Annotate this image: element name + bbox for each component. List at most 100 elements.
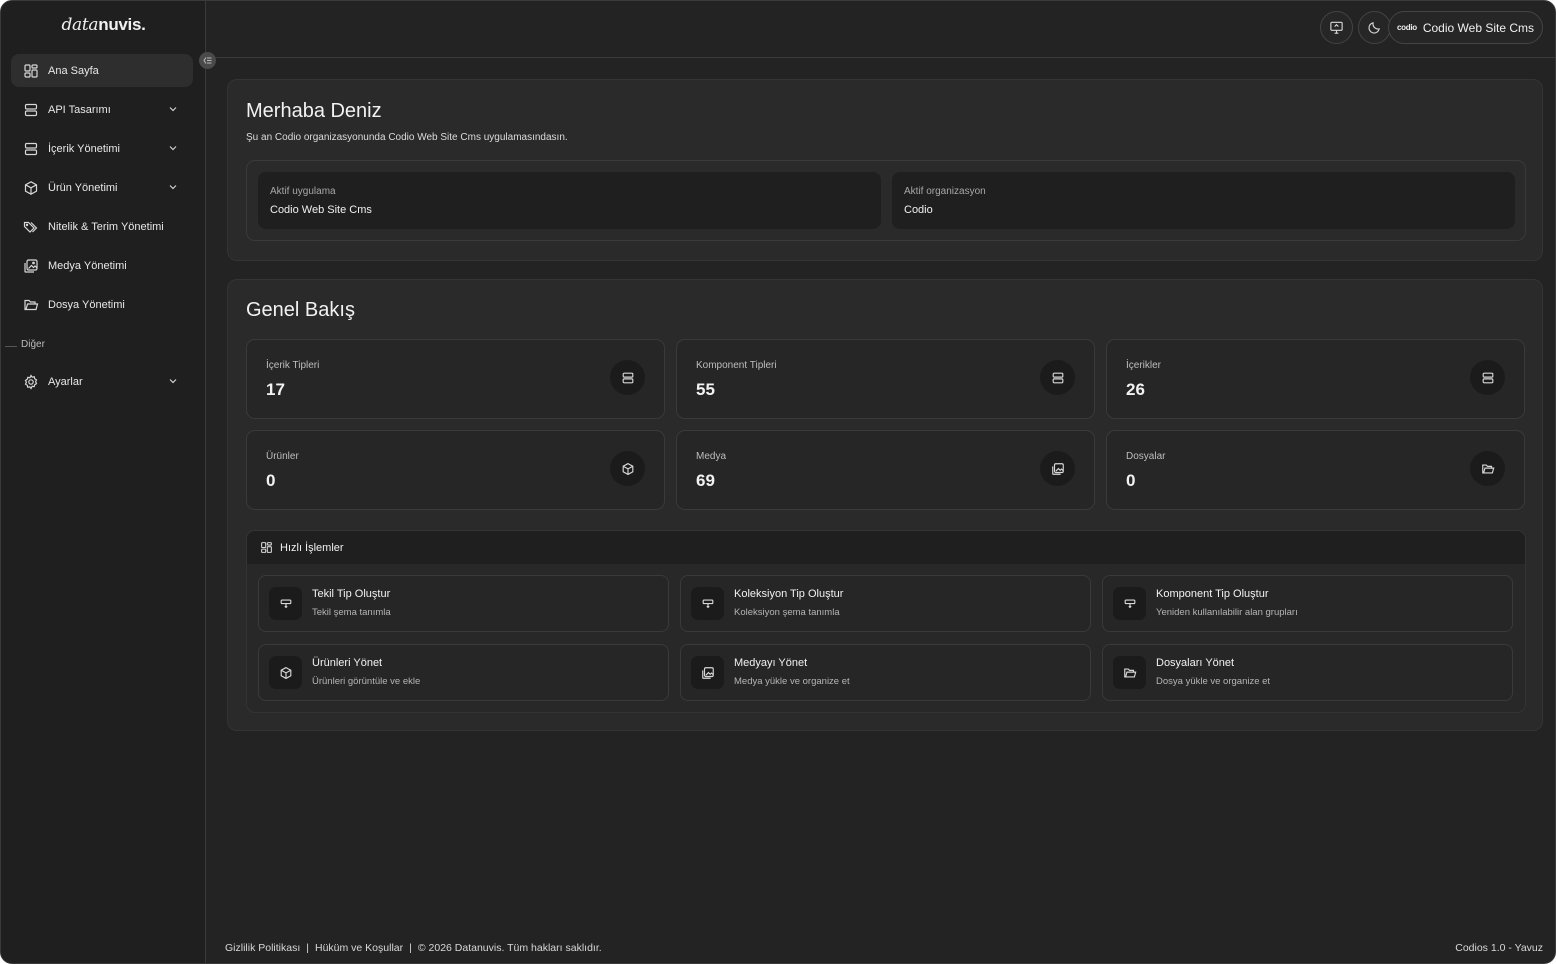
overview-card: Genel Bakış İçerik Tipleri 17 Komponent …: [227, 279, 1543, 731]
context-box: Aktif uygulama Codio Web Site Cms Aktif …: [246, 160, 1526, 241]
footer-separator: |: [409, 942, 412, 954]
app-switcher-button[interactable]: codio Codio Web Site Cms: [1388, 11, 1543, 44]
package-icon: [23, 180, 39, 196]
quick-action-dosyalari-yonet[interactable]: Dosyaları Yönet Dosya yükle ve organize …: [1102, 644, 1513, 701]
sidebar-item-medya-yonetimi[interactable]: Medya Yönetimi: [11, 249, 193, 282]
schema-icon: [691, 587, 724, 620]
folder-icon: [1113, 656, 1146, 689]
quick-action-desc: Tekil şema tanımla: [312, 607, 391, 618]
active-org-tile: Aktif organizasyon Codio: [892, 172, 1515, 229]
folder-icon: [1470, 451, 1505, 486]
stat-value: 17: [266, 380, 285, 399]
stat-value: 55: [696, 380, 715, 399]
images-icon: [1040, 451, 1075, 486]
moon-icon: [1368, 22, 1380, 34]
quick-action-koleksiyon-tip[interactable]: Koleksiyon Tip Oluştur Koleksiyon şema t…: [680, 575, 1091, 632]
welcome-title: Merhaba Deniz: [246, 100, 382, 122]
stat-card-icerikler[interactable]: İçerikler 26: [1106, 339, 1525, 419]
sidebar-item-label: Ayarlar: [48, 375, 83, 388]
chevron-down-icon[interactable]: [167, 142, 179, 154]
quick-actions-title: Hızlı İşlemler: [280, 541, 344, 554]
sidebar-item-ayarlar[interactable]: Ayarlar: [11, 365, 193, 398]
quick-action-title: Medyayı Yönet: [734, 657, 808, 669]
active-org-label: Aktif organizasyon: [904, 186, 986, 197]
sidebar-item-label: Ürün Yönetimi: [48, 181, 118, 194]
quick-action-title: Ürünleri Yönet: [312, 657, 383, 669]
package-icon: [610, 451, 645, 486]
stat-card-medya[interactable]: Medya 69: [676, 430, 1095, 510]
dashboard-icon: [260, 541, 273, 554]
quick-action-tekil-tip[interactable]: Tekil Tip Oluştur Tekil şema tanımla: [258, 575, 669, 632]
quick-actions-panel: Hızlı İşlemler Tekil Tip Oluştur Tekil ş…: [246, 530, 1526, 713]
quick-action-title: Tekil Tip Oluştur: [312, 588, 391, 600]
sidebar-item-api-tasarimi[interactable]: API Tasarımı: [11, 93, 193, 126]
sidebar: datanuvis. Ana Sayfa API Tasarımı İçerik…: [1, 1, 206, 963]
footer-links: Gizlilik Politikası | Hüküm ve Koşullar | © …: [225, 942, 602, 954]
stat-value: 69: [696, 471, 715, 490]
sidebar-item-dosya-yonetimi[interactable]: Dosya Yönetimi: [11, 288, 193, 321]
sidebar-item-label: Ana Sayfa: [48, 64, 99, 77]
stat-label: Komponent Tipleri: [696, 360, 777, 371]
monitor-icon: [1330, 21, 1343, 34]
images-icon: [23, 258, 39, 274]
sidebar-item-label: Nitelik & Terim Yönetimi: [48, 220, 164, 233]
stat-card-icerik-tipleri[interactable]: İçerik Tipleri 17: [246, 339, 665, 419]
sidebar-item-nitelik-terim[interactable]: Nitelik & Terim Yönetimi: [11, 210, 193, 243]
display-mode-button[interactable]: [1320, 11, 1353, 44]
app-window: datanuvis. Ana Sayfa API Tasarımı İçerik…: [0, 0, 1556, 964]
sidebar-item-label: API Tasarımı: [48, 103, 111, 116]
database-icon: [1040, 360, 1075, 395]
theme-toggle-button[interactable]: [1358, 11, 1391, 44]
collapse-icon: [203, 57, 212, 64]
active-app-value: Codio Web Site Cms: [270, 204, 372, 216]
overview-title: Genel Bakış: [246, 299, 355, 321]
quick-action-desc: Yeniden kullanılabilir alan grupları: [1156, 607, 1298, 618]
sidebar-item-icerik-yonetimi[interactable]: İçerik Yönetimi: [11, 132, 193, 165]
stat-card-dosyalar[interactable]: Dosyalar 0: [1106, 430, 1525, 510]
quick-action-desc: Dosya yükle ve organize et: [1156, 676, 1271, 687]
quick-action-komponent-tip[interactable]: Komponent Tip Oluştur Yeniden kullanılab…: [1102, 575, 1513, 632]
sidebar-item-ana-sayfa[interactable]: Ana Sayfa: [11, 54, 193, 87]
quick-action-urunleri-yonet[interactable]: Ürünleri Yönet Ürünleri görüntüle ve ekl…: [258, 644, 669, 701]
schema-icon: [1113, 587, 1146, 620]
gear-icon: [23, 373, 39, 390]
terms-link[interactable]: Hüküm ve Koşullar: [315, 942, 403, 954]
quick-action-desc: Ürünleri görüntüle ve ekle: [312, 676, 421, 687]
stat-label: İçerikler: [1126, 360, 1162, 371]
footer-separator: |: [306, 942, 309, 954]
stat-card-komponent-tipleri[interactable]: Komponent Tipleri 55: [676, 339, 1095, 419]
welcome-subtitle: Şu an Codio organizasyonunda Codio Web S…: [246, 132, 568, 143]
chevron-down-icon[interactable]: [167, 375, 179, 387]
quick-action-medyayi-yonet[interactable]: Medyayı Yönet Medya yükle ve organize et: [680, 644, 1091, 701]
database-icon: [1470, 360, 1505, 395]
version-text: Codios 1.0 - Yavuz: [1455, 942, 1543, 954]
sidebar-item-label: Medya Yönetimi: [48, 259, 127, 272]
active-org-value: Codio: [904, 204, 933, 216]
sidebar-item-label: Dosya Yönetimi: [48, 298, 125, 311]
stat-value: 26: [1126, 380, 1145, 399]
stat-card-urunler[interactable]: Ürünler 0: [246, 430, 665, 510]
stat-label: Medya: [696, 451, 727, 462]
quick-action-title: Komponent Tip Oluştur: [1156, 588, 1269, 600]
stat-value: 0: [266, 471, 276, 490]
sidebar-item-urun-yonetimi[interactable]: Ürün Yönetimi: [11, 171, 193, 204]
database-icon: [610, 360, 645, 395]
datanuvis-logo[interactable]: datanuvis.: [1, 15, 206, 35]
folder-icon: [23, 297, 39, 313]
stat-label: İçerik Tipleri: [266, 360, 320, 371]
topbar: codio Codio Web Site Cms: [206, 1, 1555, 58]
privacy-link[interactable]: Gizlilik Politikası: [225, 942, 300, 954]
chevron-down-icon[interactable]: [167, 181, 179, 193]
section-label-diger: Diğer: [1, 339, 206, 353]
sidebar-item-label: İçerik Yönetimi: [48, 142, 120, 155]
codio-logo: codio: [1397, 23, 1417, 32]
quick-action-title: Koleksiyon Tip Oluştur: [734, 588, 844, 600]
sidebar-collapse-button[interactable]: [199, 52, 216, 69]
quick-action-title: Dosyaları Yönet: [1156, 657, 1235, 669]
database-icon: [23, 102, 39, 118]
schema-icon: [269, 587, 302, 620]
dashboard-icon: [23, 63, 39, 79]
chevron-down-icon[interactable]: [167, 103, 179, 115]
images-icon: [691, 656, 724, 689]
copyright-text: © 2026 Datanuvis. Tüm hakları saklıdır.: [417, 942, 602, 954]
